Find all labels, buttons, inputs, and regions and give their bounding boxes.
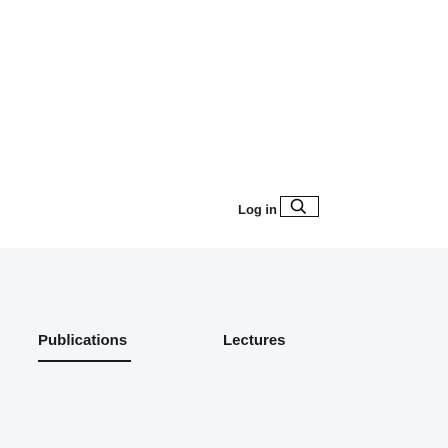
- tab-content-area: [0, 362, 448, 448]
- page: Log in Publications Lectures: [0, 0, 448, 448]
- search-button[interactable]: [280, 196, 319, 217]
- tab-lectures[interactable]: Lectures: [223, 332, 286, 350]
- login-link[interactable]: Log in: [238, 202, 277, 218]
- tab-publications[interactable]: Publications: [38, 332, 127, 350]
- header: [0, 0, 448, 196]
- search-icon: [290, 198, 306, 214]
